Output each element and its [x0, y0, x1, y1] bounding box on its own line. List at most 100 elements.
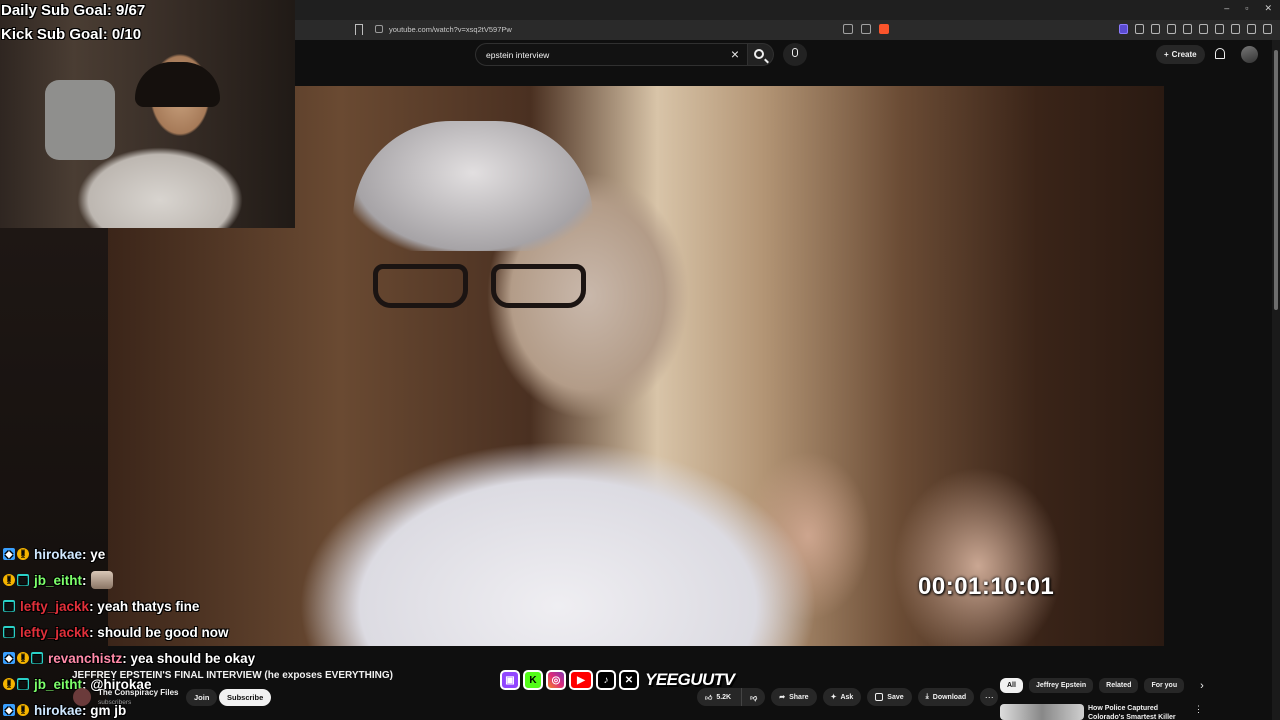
screen: 00:01:10:01 – ▫ ✕ youtube.com/watch?v=xs… [0, 0, 1280, 720]
microphone-icon [792, 48, 798, 57]
channel-name[interactable]: The Conspiracy Files [98, 688, 178, 697]
extension-icon[interactable] [1135, 24, 1144, 34]
chat-message: ! ▦ jb_eitht : [3, 567, 303, 593]
extension-icon[interactable] [1183, 24, 1192, 34]
page-scrollbar[interactable] [1272, 40, 1280, 720]
chat-username: hirokae [34, 546, 83, 562]
chat-message: ◆ ! ▦ revanchistz : yea should be okay [3, 645, 303, 671]
cat-emote-icon [90, 571, 113, 589]
chat-username: lefty_jackk [20, 598, 90, 614]
clear-search-icon[interactable]: × [731, 46, 739, 62]
gold-badge-icon: ! [17, 704, 29, 716]
notifications-bell-icon[interactable] [1215, 48, 1225, 59]
wallet-icon[interactable] [1247, 24, 1256, 34]
extension-icon[interactable] [1151, 24, 1160, 34]
browser-address-bar: youtube.com/watch?v=xsq2tV597Pw [295, 20, 1280, 40]
recommended-video-thumbnail[interactable] [1000, 704, 1084, 720]
chat-message: ▦ lefty_jackk : should be good now [3, 619, 303, 645]
extension-icon[interactable] [1199, 24, 1208, 34]
gold-badge-icon: ! [17, 652, 29, 664]
chevron-right-icon[interactable]: › [1200, 680, 1204, 692]
chat-username: revanchistz [48, 650, 123, 666]
twitch-icon: ▣ [500, 670, 520, 690]
search-query[interactable]: epstein interview [486, 50, 549, 60]
more-dots-icon: ⋯ [984, 691, 994, 702]
video-frame-detail [373, 264, 593, 310]
join-button[interactable]: Join [186, 689, 218, 706]
maximize-icon[interactable]: ▫ [1245, 3, 1248, 14]
create-button[interactable]: + Create [1156, 45, 1205, 64]
thumbs-up-icon: 👍︎ [705, 694, 713, 702]
share-page-icon[interactable] [861, 24, 871, 34]
download-label: Download [932, 693, 967, 701]
extensions-bar [1119, 24, 1272, 34]
ask-button[interactable]: ✦ Ask [822, 688, 862, 706]
download-button[interactable]: ⤓ Download [917, 688, 975, 706]
minimize-icon[interactable]: – [1224, 3, 1229, 14]
channel-avatar[interactable] [73, 688, 91, 706]
chat-text: : yeah thatys fine [89, 598, 200, 614]
streamer-socials-banner: ▣ K ◎ ▶ ♪ ✕ YEEGUUTV [500, 670, 735, 690]
bookmark-icon[interactable] [355, 24, 363, 35]
x-icon: ✕ [619, 670, 639, 690]
site-info-icon[interactable] [375, 25, 383, 33]
chat-message: ◆ ! hirokae : ye [3, 541, 303, 567]
subscriber-badge-icon: ◆ [3, 704, 15, 716]
close-window-icon[interactable]: ✕ [1264, 3, 1272, 14]
grid-badge-icon: ▦ [3, 626, 15, 638]
search-icon [754, 49, 764, 59]
extension-icon[interactable] [1119, 24, 1128, 34]
recommendation-filter-chips: All Jeffrey Epstein Related For you › [1000, 678, 1204, 693]
extension-icon[interactable] [1167, 24, 1176, 34]
subscriber-badge-icon: ◆ [3, 548, 15, 560]
chat-text: : [82, 572, 87, 588]
extension-icon[interactable] [1215, 24, 1224, 34]
tiktok-icon: ♪ [596, 670, 616, 690]
share-button[interactable]: ➦ Share [771, 688, 817, 706]
search-button[interactable] [748, 43, 774, 66]
chip-jeffrey-epstein[interactable]: Jeffrey Epstein [1028, 678, 1094, 693]
webcam-streamer [135, 62, 220, 107]
extension-icon[interactable] [1231, 24, 1240, 34]
address-bar-actions [843, 24, 889, 34]
streamer-webcam: Daily Sub Goal: 9/67 Kick Sub Goal: 0/10 [0, 0, 295, 228]
chip-related[interactable]: Related [1099, 678, 1139, 693]
url-text[interactable]: youtube.com/watch?v=xsq2tV597Pw [389, 25, 512, 34]
gold-badge-icon: ! [17, 548, 29, 560]
kick-icon: K [523, 670, 543, 690]
chat-message: ▦ lefty_jackk : yeah thatys fine [3, 593, 303, 619]
save-label: Save [887, 693, 904, 701]
kick-sub-goal: Kick Sub Goal: 0/10 [1, 26, 142, 43]
share-icon: ➦ [779, 694, 786, 701]
dislike-button[interactable]: 👎︎ [741, 688, 766, 706]
recommended-video-title[interactable]: How Police Captured Colorado's Smartest … [1088, 704, 1188, 720]
grid-badge-icon: ▦ [31, 652, 43, 664]
more-actions-button[interactable]: ⋯ [980, 688, 999, 706]
subscribe-button[interactable]: Subscribe [219, 689, 272, 706]
channel-subscriber-count: subscribers [98, 699, 132, 706]
chip-all[interactable]: All [1000, 678, 1023, 693]
gold-badge-icon: ! [3, 678, 15, 690]
sparkle-icon: ✦ [830, 694, 837, 701]
plus-icon: + [1164, 50, 1169, 59]
search-input[interactable]: epstein interview × [475, 43, 748, 66]
download-icon: ⤓ [925, 693, 929, 700]
grid-badge-icon: ▦ [17, 574, 29, 586]
chat-text: : should be good now [89, 624, 229, 640]
tab-search-icon[interactable] [843, 24, 853, 34]
grid-badge-icon: ▦ [17, 678, 29, 690]
browser-titlebar: – ▫ ✕ [295, 0, 1280, 20]
scrollbar-thumb[interactable] [1274, 50, 1278, 310]
voice-search-button[interactable] [783, 43, 807, 66]
create-label: Create [1171, 50, 1197, 59]
chat-username: jb_eitht [34, 572, 83, 588]
video-title: JEFFREY EPSTEIN'S FINAL INTERVIEW (he ex… [72, 670, 393, 681]
recommended-video-menu-icon[interactable]: ⋮ [1194, 704, 1203, 715]
chat-username: lefty_jackk [20, 624, 90, 640]
menu-icon[interactable] [1263, 24, 1272, 34]
save-button[interactable]: Save [867, 688, 912, 706]
chip-for-you[interactable]: For you [1144, 678, 1185, 693]
brave-shields-icon[interactable] [879, 24, 889, 34]
like-button[interactable]: 👍︎ 5.2K [697, 688, 742, 706]
account-avatar[interactable] [1241, 46, 1258, 63]
